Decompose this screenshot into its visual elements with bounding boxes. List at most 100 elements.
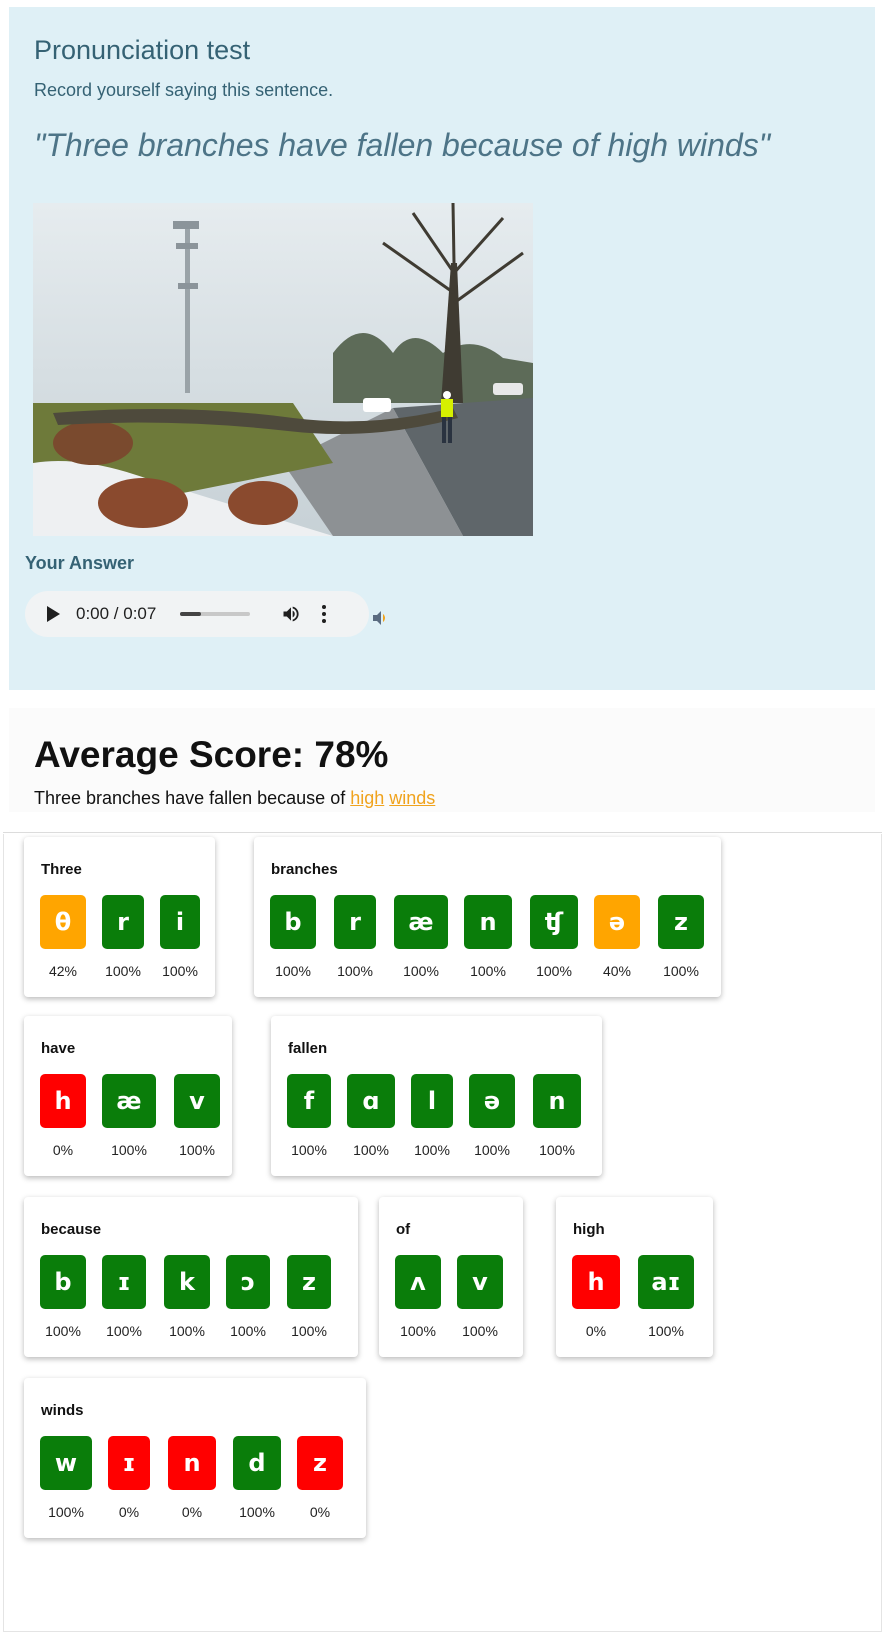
word-card-have: have h æ v 0% 100% 100% xyxy=(24,1016,232,1176)
phoneme-tile: æ xyxy=(102,1074,156,1128)
phoneme-score: 100% xyxy=(470,963,506,979)
word-label: Three xyxy=(41,861,82,878)
phoneme-score: 0% xyxy=(309,1504,331,1520)
phoneme-tile: θ xyxy=(40,895,86,949)
phoneme-score: 40% xyxy=(602,963,632,979)
phoneme-tile: ɪ xyxy=(102,1255,146,1309)
phoneme-tile: k xyxy=(164,1255,210,1309)
phoneme-tile: r xyxy=(102,895,144,949)
phoneme-tile: z xyxy=(658,895,704,949)
scored-sentence-text: Three branches have fallen because of xyxy=(34,788,346,808)
phoneme-tile: f xyxy=(287,1074,331,1128)
phoneme-score: 100% xyxy=(105,963,141,979)
phoneme-tile: z xyxy=(297,1436,343,1490)
phoneme-tile: n xyxy=(533,1074,581,1128)
phoneme-score: 0% xyxy=(118,1504,140,1520)
phoneme-score: 100% xyxy=(45,1323,81,1339)
word-card-branches: branches b r æ n ʧ ə z 100% 100% 100% 10… xyxy=(254,837,721,997)
sentence-photo xyxy=(33,203,533,536)
word-label: fallen xyxy=(288,1040,328,1057)
phoneme-tile: ʧ xyxy=(530,895,578,949)
phoneme-tile: ʌ xyxy=(395,1255,441,1309)
audio-time: 0:00 / 0:07 xyxy=(76,604,157,623)
average-score-card: Average Score: 78% Three branches have f… xyxy=(9,708,875,812)
divider xyxy=(3,832,882,833)
phoneme-tile: aɪ xyxy=(638,1255,694,1309)
word-card-fallen: fallen f ɑ l ə n 100% 100% 100% 100% 100… xyxy=(271,1016,602,1176)
phoneme-tile: h xyxy=(40,1074,86,1128)
volume-icon[interactable] xyxy=(280,604,302,624)
phoneme-score: 100% xyxy=(111,1142,147,1158)
phoneme-tile: v xyxy=(174,1074,220,1128)
phoneme-score: 100% xyxy=(275,963,311,979)
phoneme-score: 100% xyxy=(536,963,572,979)
phoneme-tile: r xyxy=(334,895,376,949)
phoneme-score: 0% xyxy=(181,1504,203,1520)
phoneme-score: 100% xyxy=(106,1323,142,1339)
phoneme-score: 100% xyxy=(462,1323,498,1339)
phoneme-score: 100% xyxy=(337,963,373,979)
phoneme-score: 0% xyxy=(585,1323,607,1339)
word-label: winds xyxy=(41,1402,84,1419)
play-icon[interactable] xyxy=(47,606,60,622)
speaker-icon[interactable] xyxy=(371,609,389,627)
word-link-high[interactable]: high xyxy=(350,788,384,808)
phoneme-score: 100% xyxy=(48,1504,84,1520)
phoneme-score: 100% xyxy=(239,1504,275,1520)
phoneme-score: 100% xyxy=(169,1323,205,1339)
word-label: of xyxy=(396,1221,411,1238)
word-card-high: high h aɪ 0% 100% xyxy=(556,1197,713,1357)
word-label: high xyxy=(573,1221,605,1238)
phoneme-tile: ɪ xyxy=(108,1436,150,1490)
word-card-because: because b ɪ k ɔ z 100% 100% 100% 100% 10… xyxy=(24,1197,358,1357)
phoneme-tile: b xyxy=(40,1255,86,1309)
test-instruction: Record yourself saying this sentence. xyxy=(34,80,334,100)
phoneme-tile: ɑ xyxy=(347,1074,395,1128)
phoneme-tile: i xyxy=(160,895,200,949)
phoneme-score: 100% xyxy=(663,963,699,979)
phoneme-score: 100% xyxy=(648,1323,684,1339)
phoneme-tile: z xyxy=(287,1255,331,1309)
phoneme-tile: w xyxy=(40,1436,92,1490)
word-card-of: of ʌ v 100% 100% xyxy=(379,1197,523,1357)
phoneme-score: 100% xyxy=(403,963,439,979)
phoneme-tile: n xyxy=(464,895,512,949)
phoneme-score: 100% xyxy=(291,1323,327,1339)
audio-seek-slider[interactable] xyxy=(180,612,251,616)
phoneme-tile: ə xyxy=(594,895,640,949)
phoneme-tile: l xyxy=(411,1074,453,1128)
phoneme-score: 100% xyxy=(474,1142,510,1158)
word-label: have xyxy=(41,1040,76,1057)
test-sentence: "Three branches have fallen because of h… xyxy=(34,127,771,163)
phoneme-score: 100% xyxy=(179,1142,215,1158)
word-card-three: Three θ r i 42% 100% 100% xyxy=(24,837,215,997)
your-answer-label: Your Answer xyxy=(25,553,135,573)
phoneme-score: 42% xyxy=(48,963,78,979)
word-link-winds[interactable]: winds xyxy=(389,788,435,808)
phoneme-score: 100% xyxy=(414,1142,450,1158)
phoneme-tile: ə xyxy=(469,1074,515,1128)
phoneme-score: 100% xyxy=(162,963,198,979)
phoneme-score: 100% xyxy=(291,1142,327,1158)
scored-sentence: Three branches have fallen because of hi… xyxy=(34,788,850,809)
word-label: branches xyxy=(271,861,338,878)
phoneme-tile: v xyxy=(457,1255,503,1309)
phoneme-score: 100% xyxy=(539,1142,575,1158)
phoneme-results-panel: Three θ r i 42% 100% 100% branches b r æ… xyxy=(3,834,882,1632)
audio-player: 0:00 / 0:07 xyxy=(25,591,369,637)
word-label: because xyxy=(41,1221,102,1238)
phoneme-tile: h xyxy=(572,1255,620,1309)
average-score-title: Average Score: 78% xyxy=(34,734,389,775)
word-card-winds: winds w ɪ n d z 100% 0% 0% 100% 0% xyxy=(24,1378,366,1538)
more-options-icon[interactable] xyxy=(322,605,327,623)
phoneme-tile: ɔ xyxy=(226,1255,270,1309)
phoneme-score: 0% xyxy=(52,1142,74,1158)
phoneme-score: 100% xyxy=(400,1323,436,1339)
phoneme-tile: b xyxy=(270,895,316,949)
test-title: Pronunciation test xyxy=(34,35,251,65)
phoneme-tile: n xyxy=(168,1436,216,1490)
phoneme-tile: d xyxy=(233,1436,281,1490)
phoneme-score: 100% xyxy=(353,1142,389,1158)
phoneme-tile: æ xyxy=(394,895,448,949)
phoneme-score: 100% xyxy=(230,1323,266,1339)
